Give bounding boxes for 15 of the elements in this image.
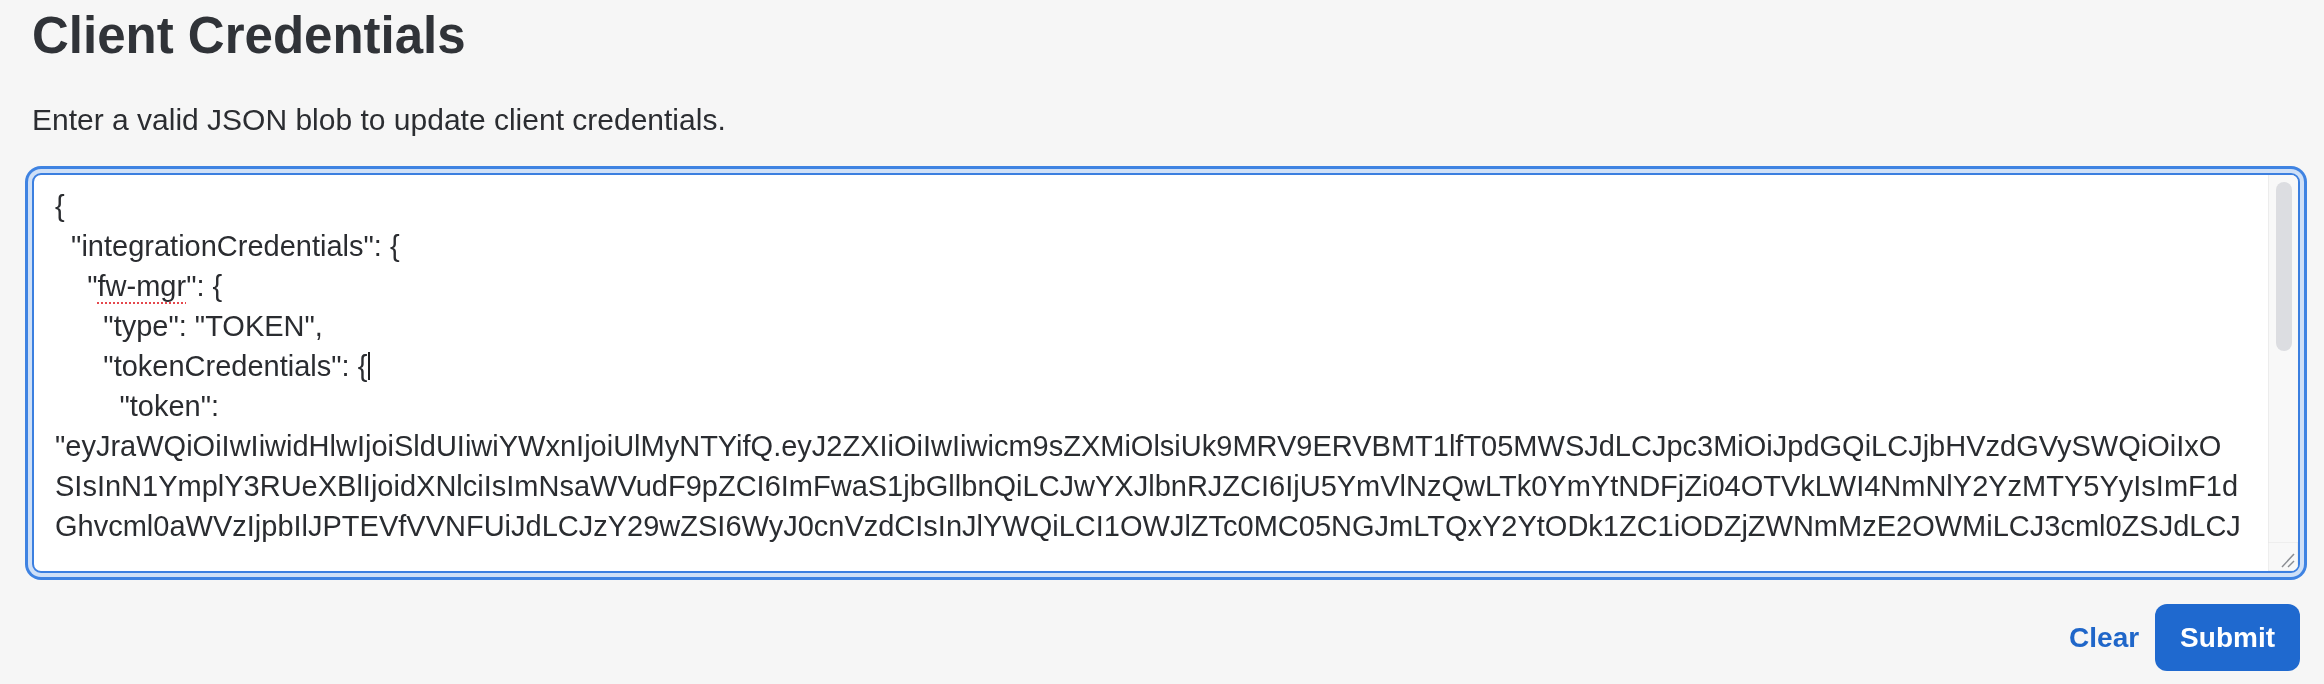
code-line: "fw-mgr": { — [86, 269, 223, 304]
code-line: SIsInN1YmplY3RUeXBlIjoidXNlciIsImNsaWVudF9pZCI6ImFwaS1jbGllbnQiLCJwYXJlbnRJZCI6IjU5YmVlNzQwLTk0YmYtNDFjZi04OTVkLWI4NmNlY2YzMTY5YyIsImF1d — [55, 469, 2239, 504]
code-line: Ghvcml0aWVzIjpbIlJPTEVfVVNFUiJdLCJzY29wZSI6WyJ0cnVzdCIsInJlYWQiLCI1OWJlZTc0MC05NGJmLTQxY2YtODk1ZC1iODZjZWNmMzE2OWMiLCJ3cml0ZSJdLCJ — [55, 509, 2241, 544]
page-title: Client Credentials — [32, 10, 466, 61]
code-line: "eyJraWQiOiIwIiwidHlwIjoiSldUIiwiYWxnIjoiUlMyNTYifQ.eyJ2ZXIiOiIwIiwicm9sZXMiOlsiUk9MRV9ERVBMT1lfT05MWSJdLCJpc3MiOiJpdGQiLCJjbHVzdGVySWQiOiIxO — [55, 429, 2222, 464]
code-line: "type": "TOKEN", — [102, 309, 323, 344]
resize-grip-icon[interactable] — [2268, 542, 2298, 571]
submit-button[interactable]: Submit — [2155, 604, 2300, 671]
clear-button[interactable]: Clear — [2061, 604, 2148, 671]
scrollbar-thumb[interactable] — [2275, 182, 2292, 351]
code-line: "tokenCredentials": { — [102, 349, 368, 384]
page-description: Enter a valid JSON blob to update client credentials. — [32, 105, 726, 135]
code-line: { — [55, 189, 65, 224]
code-line: "integrationCredentials": { — [70, 229, 400, 264]
code-line: "token": — [118, 389, 220, 424]
